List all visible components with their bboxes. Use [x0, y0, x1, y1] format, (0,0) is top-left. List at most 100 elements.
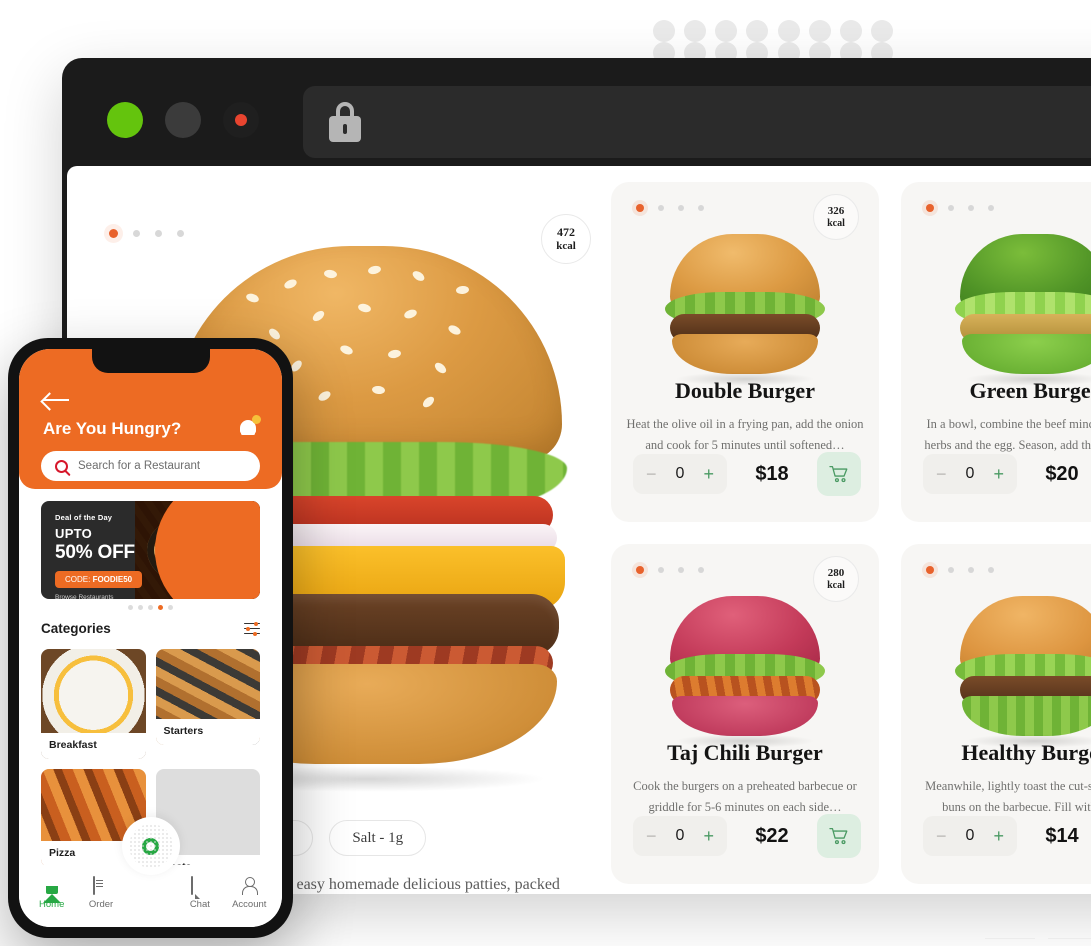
quantity-value: 0 — [965, 827, 975, 844]
categories-title: Categories — [41, 621, 111, 636]
increment-button[interactable]: + — [703, 827, 714, 845]
shopping-cart-icon — [829, 465, 848, 483]
category-card-breakfast[interactable]: Breakfast — [41, 649, 146, 759]
tab-account[interactable]: Account — [225, 877, 273, 910]
tab-chat[interactable]: Chat — [176, 875, 224, 910]
tab-label: Chat — [189, 898, 210, 910]
card-price: $18 — [755, 462, 789, 485]
order-list-icon — [92, 875, 95, 895]
category-label: Breakfast — [41, 733, 146, 759]
card-footer: − 0 + $22 — [633, 814, 861, 858]
card-kcal-unit: kcal — [827, 217, 845, 229]
product-card-green-burger[interactable]: 218 kcal Green Burger In a bowl, combine… — [901, 182, 1091, 522]
quantity-stepper[interactable]: − 0 + — [923, 454, 1017, 494]
quantity-stepper[interactable]: − 0 + — [923, 816, 1017, 856]
product-card-taj-chili-burger[interactable]: 280 kcal Taj Chili Burger Cook the burge… — [611, 544, 879, 884]
double-burger-photo — [611, 230, 879, 386]
card-carousel-dots[interactable] — [926, 204, 994, 212]
deal-code-prefix: CODE: — [65, 575, 93, 584]
card-add-to-cart-button[interactable] — [817, 814, 861, 858]
quantity-value: 0 — [965, 465, 975, 482]
decrement-button[interactable]: − — [936, 465, 947, 483]
deal-upto: UPTO — [55, 526, 93, 541]
category-card-starters[interactable]: Starters — [155, 649, 260, 745]
decorative-line — [1048, 938, 1091, 939]
increment-button[interactable]: + — [993, 465, 1004, 483]
shopping-cart-icon — [829, 827, 848, 845]
deal-cta[interactable]: Browse Restaurants — [55, 594, 142, 599]
card-price: $20 — [1045, 462, 1079, 485]
deal-orange-arc — [155, 501, 260, 599]
search-placeholder: Search for a Restaurant — [78, 460, 201, 472]
decrement-button[interactable]: − — [646, 465, 657, 483]
card-carousel-dots[interactable] — [926, 566, 994, 574]
increment-button[interactable]: + — [703, 465, 714, 483]
tab-label: Order — [88, 898, 114, 910]
maximize-button[interactable] — [107, 102, 143, 138]
card-kcal-value: 326 — [827, 204, 845, 217]
card-description: Meanwhile, lightly toast the cut-sides o… — [925, 779, 1091, 815]
card-carousel-dots[interactable] — [636, 566, 704, 574]
card-title: Green Burger — [969, 378, 1091, 403]
chat-bubble-icon — [191, 875, 194, 895]
category-label: Starters — [155, 719, 260, 745]
card-title: Healthy Burger — [961, 740, 1091, 765]
nutrition-chip: Salt - 1g — [329, 820, 427, 856]
card-description: In a bowl, combine the beef mince with t… — [924, 417, 1091, 453]
card-kcal-unit: kcal — [827, 579, 845, 591]
card-footer: − 0 + $20 — [923, 452, 1091, 496]
card-carousel-dots[interactable] — [636, 204, 704, 212]
phone-header-title: Are You Hungry? — [43, 419, 182, 438]
deal-promo-code[interactable]: CODE: FOODIE50 — [55, 571, 143, 588]
healthy-burger-photo — [901, 592, 1091, 748]
categories-header: Categories — [41, 621, 260, 636]
phone-screen: Are You Hungry? Search for a Restaurant … — [19, 349, 282, 927]
deal-eyebrow: Deal of the Day — [55, 513, 113, 522]
decrement-button[interactable]: − — [936, 827, 947, 845]
quantity-value: 0 — [675, 827, 685, 844]
back-arrow-icon[interactable] — [43, 393, 69, 407]
quantity-value: 0 — [675, 465, 685, 482]
quantity-stepper[interactable]: − 0 + — [633, 816, 727, 856]
notification-bell-icon[interactable] — [240, 415, 261, 437]
deal-percent: 50% OFF — [55, 542, 135, 563]
increment-button[interactable]: + — [993, 827, 1004, 845]
phone-notch — [91, 349, 210, 373]
browser-chrome-bar — [62, 58, 1091, 158]
minimize-button[interactable] — [165, 102, 201, 138]
tab-order[interactable]: Order — [77, 875, 125, 910]
card-footer: − 0 + $18 — [633, 452, 861, 496]
card-title: Double Burger — [675, 378, 815, 403]
screenshot-stage: 472 kcal Salt - 1g easy homemade delicio… — [0, 0, 1091, 946]
detail-kcal-value: 472 — [557, 224, 575, 239]
decorative-line — [985, 938, 1035, 939]
deal-of-the-day-banner[interactable]: Deal of the Day UPTO 50% OFF CODE: FOODI… — [41, 501, 260, 599]
tab-home[interactable]: Home — [28, 876, 76, 910]
record-button[interactable] — [223, 102, 259, 138]
decrement-button[interactable]: − — [646, 827, 657, 845]
product-card-grid: 326 kcal Double Burger Heat the olive oi… — [611, 174, 1091, 894]
phone-mockup: Are You Hungry? Search for a Restaurant … — [8, 338, 293, 938]
product-card-double-burger[interactable]: 326 kcal Double Burger Heat the olive oi… — [611, 182, 879, 522]
card-description: Cook the burgers on a preheated barbecue… — [633, 779, 857, 815]
scan-ring-icon[interactable] — [121, 817, 180, 875]
quantity-stepper[interactable]: − 0 + — [633, 454, 727, 494]
deal-carousel-dots[interactable] — [19, 605, 282, 610]
card-footer: − 0 + $14 — [923, 814, 1091, 858]
card-price: $14 — [1045, 824, 1079, 847]
card-kcal-value: 280 — [827, 566, 845, 579]
deal-code-value: FOODIE50 — [92, 575, 133, 584]
lock-icon — [329, 102, 361, 142]
search-icon — [55, 459, 68, 473]
card-price: $22 — [755, 824, 789, 847]
filter-sliders-icon[interactable] — [244, 621, 260, 636]
card-title: Taj Chili Burger — [667, 740, 823, 765]
tab-label: Account — [232, 898, 267, 910]
card-add-to-cart-button[interactable] — [817, 452, 861, 496]
restaurant-search-field[interactable]: Search for a Restaurant — [41, 451, 260, 481]
taj-chili-burger-photo — [611, 592, 879, 748]
product-card-healthy-burger[interactable]: 312 kcal Healthy Burger Meanwhile, light… — [901, 544, 1091, 884]
address-bar[interactable] — [303, 86, 1091, 158]
green-burger-photo — [901, 230, 1091, 386]
detail-carousel-dots[interactable] — [109, 229, 184, 238]
